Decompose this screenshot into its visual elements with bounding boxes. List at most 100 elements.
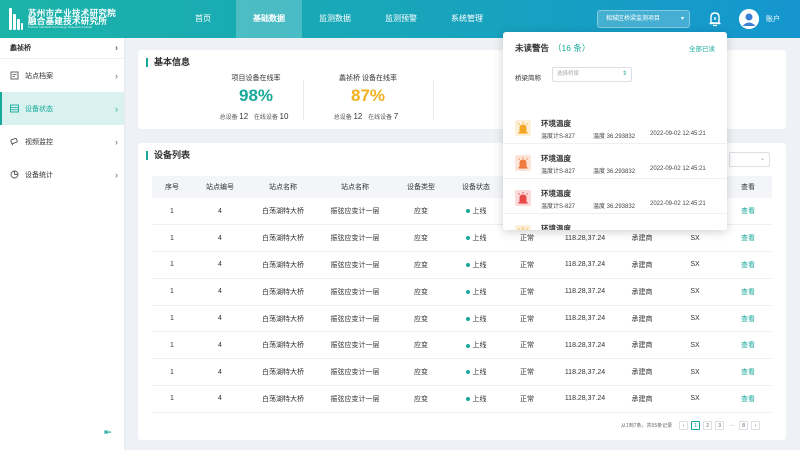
table-cell: 4 (192, 358, 248, 387)
table-cell: 振弦应变计一层 (318, 278, 392, 306)
table-cell: 振弦应变计一层 (318, 251, 392, 279)
table-cell: 正常 (502, 331, 552, 360)
logo-icon (9, 8, 23, 30)
alert-item[interactable]: 环境温度温度计S-827温度 36.2938322022-09-02 12:45… (503, 182, 727, 214)
alert-popup: 未读警告 （16 条） 全部已读 桥梁简称 选择桥梁 ⇕ 环境温度 温度计S-827… (503, 32, 727, 230)
table-cell: 白荡湖特大桥 (248, 198, 318, 226)
alert-popup-title: 未读警告 （16 条） (515, 43, 591, 53)
nav-basic-data[interactable]: 基础数据 (236, 0, 302, 38)
col-header: 站点名称 (248, 176, 318, 198)
view-link[interactable]: 查看 (724, 251, 772, 279)
sidebar-item-device-status[interactable]: 设备状态 › (0, 92, 124, 125)
collapse-sidebar-icon[interactable]: ⇤ (104, 427, 112, 438)
view-link[interactable]: 查看 (724, 358, 772, 387)
prev-page-button[interactable]: ‹ (679, 421, 689, 430)
view-link[interactable]: 查看 (724, 385, 772, 413)
table-cell: 白荡湖特大桥 (248, 278, 318, 306)
sidebar-bridge-header[interactable]: 蠡祯桥 › (0, 38, 124, 59)
status-cell: 上线 (450, 331, 502, 360)
col-header: 序号 (152, 176, 192, 198)
pagination-info: 从1到7条，共55条记录 (621, 423, 673, 429)
project-online-rate: 项目设备在线率 98% 总设备 12 在线设备 10 (206, 73, 306, 121)
mark-all-read-link[interactable]: 全部已读 (689, 43, 715, 53)
alert-time: 2022-09-02 12:45:21 (650, 201, 706, 207)
view-link[interactable]: 查看 (724, 305, 772, 333)
table-cell: 白荡湖特大桥 (248, 251, 318, 279)
sidebar-item-video[interactable]: 视频监控 › (0, 125, 124, 158)
col-header: 站点编号 (192, 176, 248, 198)
table-cell: 118.28,37.24 (552, 251, 618, 279)
sidebar-item-label: 站点档案 (25, 72, 53, 80)
col-header: 站点名称 (318, 176, 392, 198)
table-cell: 118.28,37.24 (552, 331, 618, 360)
status-dot-icon (465, 289, 470, 294)
chevron-updown-icon: ⇕ (621, 71, 627, 77)
page-button[interactable]: 3 (715, 421, 725, 430)
table-cell: 118.28,37.24 (552, 305, 618, 333)
alert-item[interactable]: 环境温度温度计S-827温度 36.2938322022-09-02 12:45… (503, 217, 727, 230)
alert-item[interactable]: 环境温度温度计S-827温度 36.2938322022-09-02 12:45… (503, 147, 727, 179)
sidebar-bridge-name: 蠡祯桥 (10, 45, 31, 52)
nav-monitor-data[interactable]: 监测数据 (302, 0, 368, 38)
page-button[interactable]: 2 (703, 421, 713, 430)
alert-item[interactable]: 环境温度温度计S-827温度 36.2938322022-09-02 12:45… (503, 112, 727, 144)
table-cell: 白荡湖特大桥 (248, 224, 318, 253)
sidebar-item-device-stats[interactable]: 设备统计 › (0, 158, 124, 191)
nav-home[interactable]: 首页 (170, 0, 236, 38)
next-page-button[interactable]: › (751, 421, 761, 430)
status-dot-icon (465, 209, 470, 214)
project-select-value: 相城区桥梁监测项目 (606, 16, 661, 22)
table-row: 1 4 白荡湖特大桥 振弦应变计一层 应变 上线 正常 118.28,37.24 承建商 SX 查看 (152, 331, 772, 360)
table-cell: SX (666, 278, 724, 306)
device-list-title: 设备列表 (146, 151, 190, 160)
table-row: 1 4 白荡湖特大桥 振弦应变计一层 应变 上线 正常 118.28,37.24 承建商 SX 查看 (152, 251, 772, 279)
table-cell: 振弦应变计一层 (318, 358, 392, 387)
table-cell: 1 (152, 305, 192, 333)
page-button[interactable]: 8 (739, 421, 749, 430)
view-link[interactable]: 查看 (724, 331, 772, 360)
table-cell: SX (666, 385, 724, 413)
nav-monitor-warning[interactable]: 监测预警 (368, 0, 434, 38)
nav-system-admin[interactable]: 系统管理 (434, 0, 500, 38)
view-link[interactable]: 查看 (724, 278, 772, 306)
table-row: 1 4 白荡湖特大桥 振弦应变计一层 应变 上线 正常 118.28,37.24 承建商 SX 查看 (152, 305, 772, 333)
page-button[interactable]: 1 (691, 421, 701, 430)
stat-title: 蠡祯桥 设备在线率 (339, 75, 397, 82)
table-cell: 1 (152, 385, 192, 413)
chevron-down-icon: ▾ (680, 16, 684, 22)
table-filter-select[interactable]: ⌄ (729, 152, 770, 167)
alert-count: （16 条） (553, 43, 591, 53)
alert-device: 温度计S-827 (541, 134, 576, 140)
table-row: 1 4 白荡湖特大桥 振弦应变计一层 应变 上线 正常 118.28,37.24 承建商 SX 查看 (152, 278, 772, 306)
chevron-right-icon: › (115, 136, 118, 147)
logo[interactable]: 苏州市产业技术研究院 融合基建技术研究所 Suzhou Industrial T… (0, 8, 160, 30)
status-text: 上线 (472, 395, 487, 403)
sidebar-item-label: 设备统计 (25, 171, 53, 179)
view-link[interactable]: 查看 (724, 198, 772, 226)
alert-name: 环境温度 (541, 224, 571, 230)
table-cell: 4 (192, 198, 248, 226)
table-cell: 正常 (502, 251, 552, 279)
table-cell: 118.28,37.24 (552, 278, 618, 306)
alert-name: 环境温度 (541, 154, 571, 163)
alert-device: 温度计S-827 (541, 204, 576, 210)
table-cell: 应变 (392, 331, 450, 360)
table-cell: 白荡湖特大桥 (248, 385, 318, 413)
bell-icon[interactable] (708, 11, 722, 27)
status-dot-icon (465, 370, 470, 375)
table-cell: 振弦应变计一层 (318, 305, 392, 333)
table-cell: 正常 (502, 278, 552, 306)
table-cell: 承建商 (618, 385, 666, 413)
sidebar-item-site-archive[interactable]: 站点档案 › (0, 59, 124, 92)
chevron-right-icon: › (115, 169, 118, 180)
view-link[interactable]: 查看 (724, 224, 772, 253)
status-text: 上线 (472, 315, 487, 323)
table-cell: 承建商 (618, 358, 666, 387)
bridge-filter-select[interactable]: 选择桥梁 ⇕ (552, 67, 632, 82)
project-select[interactable]: 相城区桥梁监测项目 ▾ (597, 10, 690, 28)
account-label[interactable]: 账户 (766, 14, 780, 24)
table-cell: 4 (192, 331, 248, 360)
avatar[interactable] (739, 9, 759, 29)
table-cell: 4 (192, 251, 248, 279)
basic-info-title: 基本信息 (146, 58, 190, 67)
